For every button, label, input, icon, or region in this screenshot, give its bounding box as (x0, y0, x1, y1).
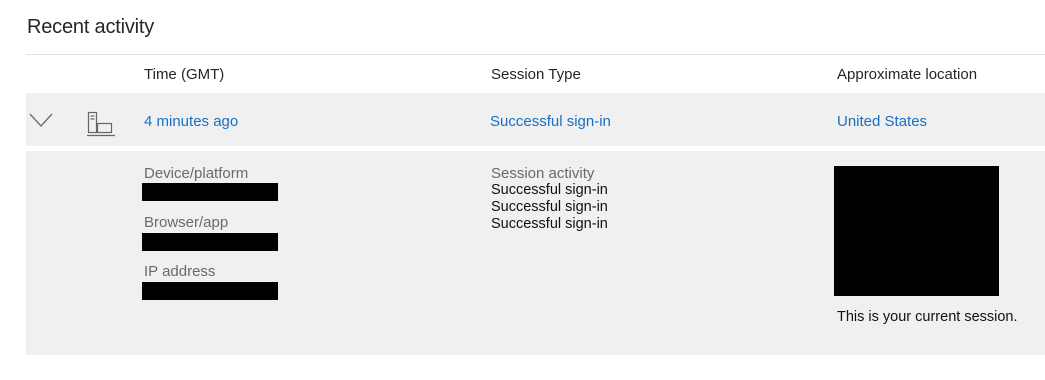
page-title: Recent activity (27, 16, 155, 38)
activity-time-link[interactable]: 4 minutes ago (144, 113, 238, 130)
device-platform-redacted-value (142, 183, 278, 201)
location-link[interactable]: United States (837, 113, 927, 130)
current-session-note: This is your current session. (837, 309, 1018, 325)
device-computer-icon (87, 111, 115, 137)
column-header-location: Approximate location (837, 66, 978, 83)
browser-app-label: Browser/app (144, 214, 229, 231)
session-activity-label: Session activity (491, 165, 595, 182)
column-header-session-type: Session Type (491, 66, 581, 83)
column-header-time: Time (GMT) (144, 66, 225, 83)
location-map-redacted (834, 166, 999, 296)
ip-address-redacted-value (142, 282, 278, 300)
session-activity-item: Successful sign-in (491, 199, 608, 215)
session-activity-item: Successful sign-in (491, 216, 608, 232)
session-activity-item: Successful sign-in (491, 182, 608, 198)
ip-address-label: IP address (144, 263, 216, 280)
session-type-link[interactable]: Successful sign-in (490, 113, 611, 130)
device-platform-label: Device/platform (144, 165, 249, 182)
browser-app-redacted-value (142, 233, 278, 251)
chevron-down-icon[interactable] (29, 112, 53, 128)
header-divider (26, 54, 1045, 55)
